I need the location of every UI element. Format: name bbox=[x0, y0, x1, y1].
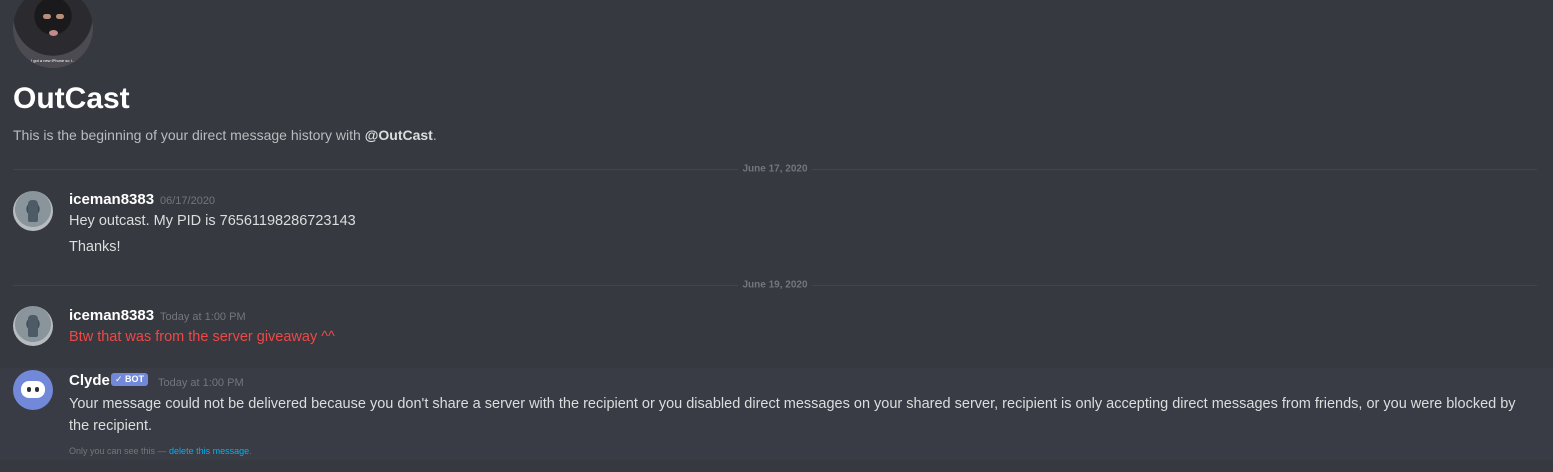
avatar-eye-left bbox=[43, 14, 51, 19]
date-divider: June 17, 2020 bbox=[13, 163, 1537, 175]
message-content: Btw that was from the server giveaway ^^ bbox=[69, 329, 335, 345]
ephemeral-note-suffix: . bbox=[249, 446, 252, 456]
robot-icon bbox=[21, 381, 45, 398]
avatar-figure bbox=[28, 200, 38, 222]
message-content: Thanks! bbox=[69, 239, 121, 255]
message-author[interactable]: Clyde bbox=[69, 372, 110, 390]
avatar-eye-right bbox=[56, 14, 64, 19]
ephemeral-note: Only you can see this — delete this mess… bbox=[69, 445, 252, 457]
user-avatar[interactable] bbox=[13, 191, 53, 231]
message-content: Hey outcast. My PID is 76561198286723143 bbox=[69, 213, 356, 229]
recipient-name: OutCast bbox=[13, 82, 130, 115]
avatar-figure bbox=[28, 315, 38, 337]
avatar-caption: I got a new iPhone so I... bbox=[30, 58, 76, 63]
message-timestamp[interactable]: Today at 1:00 PM bbox=[158, 376, 244, 390]
clyde-avatar[interactable] bbox=[13, 370, 53, 410]
message-timestamp[interactable]: 06/17/2020 bbox=[160, 194, 215, 208]
date-divider-label: June 19, 2020 bbox=[738, 279, 812, 291]
ephemeral-note-text: Only you can see this — bbox=[69, 446, 170, 456]
dm-intro-text: This is the beginning of your direct mes… bbox=[13, 126, 437, 144]
date-divider: June 19, 2020 bbox=[13, 279, 1537, 291]
message-author[interactable]: iceman8383 bbox=[69, 307, 154, 325]
bot-tag: ✓ BOT bbox=[111, 373, 149, 386]
message-timestamp[interactable]: Today at 1:00 PM bbox=[160, 310, 246, 324]
recipient-mention[interactable]: @OutCast bbox=[365, 127, 433, 143]
date-divider-label: June 17, 2020 bbox=[738, 163, 812, 175]
dm-chat: I got a new iPhone so I... OutCast This … bbox=[0, 0, 1553, 472]
intro-suffix: . bbox=[432, 127, 437, 143]
message-content: Your message could not be delivered beca… bbox=[69, 396, 1516, 434]
intro-prefix: This is the beginning of your direct mes… bbox=[13, 127, 365, 143]
recipient-avatar: I got a new iPhone so I... bbox=[13, 0, 93, 68]
message-author[interactable]: iceman8383 bbox=[69, 191, 154, 209]
user-avatar[interactable] bbox=[13, 306, 53, 346]
avatar-mouth bbox=[49, 30, 58, 36]
delete-message-link[interactable]: delete this message bbox=[169, 446, 249, 456]
